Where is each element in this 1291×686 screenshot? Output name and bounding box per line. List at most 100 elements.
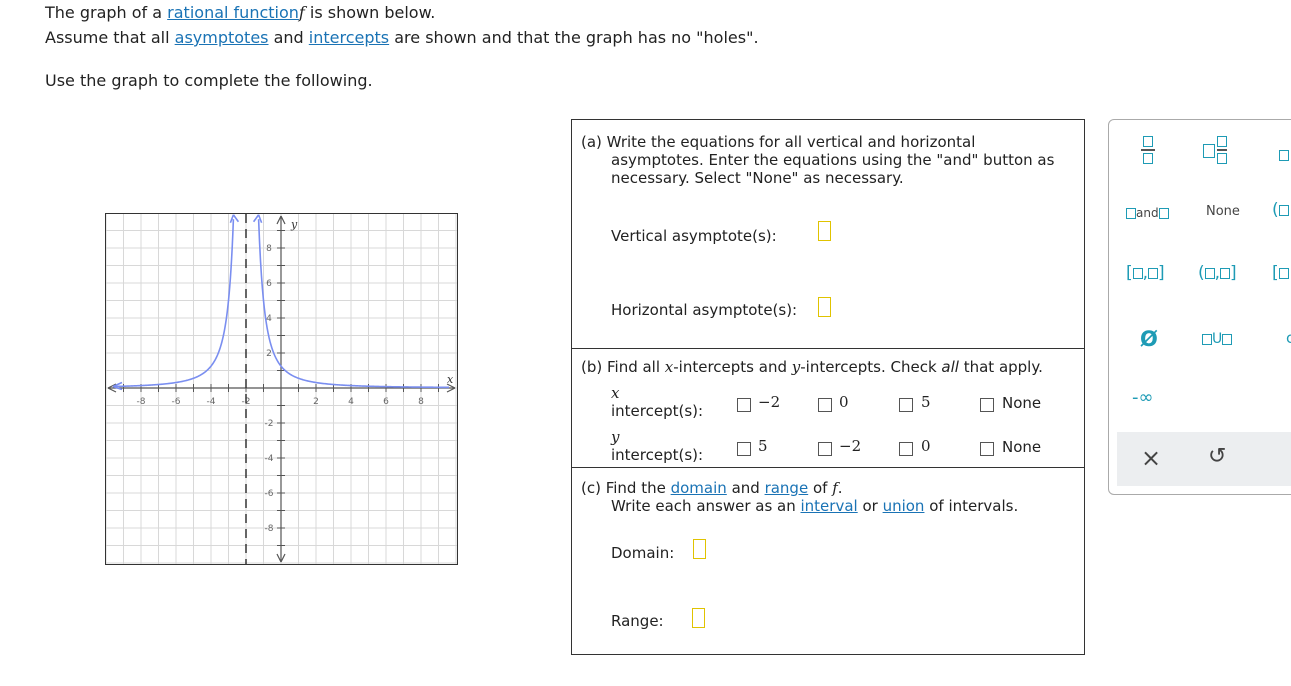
x-intercept-option-2-checkbox[interactable] (818, 398, 832, 412)
question-panel: (a) Write the equations for all vertical… (571, 119, 1085, 655)
denominator-slot-icon (1143, 152, 1153, 164)
part-c-heading: (c) Find the domain and range of f. (581, 479, 843, 497)
intro-text: is shown below. (304, 3, 436, 22)
and-button[interactable]: and (1126, 206, 1169, 220)
mixed-number-button[interactable] (1203, 136, 1227, 164)
more-symbols-button[interactable]: c (1286, 329, 1291, 347)
part-a-line-1: (a) Write the equations for all vertical… (581, 133, 976, 151)
intro-text: are shown and that the graph has no "hol… (389, 28, 759, 47)
part-a-section: (a) Write the equations for all vertical… (572, 120, 1084, 348)
intercepts-link[interactable]: intercepts (309, 28, 389, 47)
vertical-asymptote-label: Vertical asymptote(s): (611, 227, 777, 245)
curve-right-branch (257, 219, 450, 389)
y-intercept-option-3-checkbox[interactable] (899, 442, 913, 456)
horizontal-asymptote-label: Horizontal asymptote(s): (611, 301, 798, 319)
fraction-bar-icon (1217, 149, 1227, 151)
y-intercept-none-label: None (1002, 438, 1042, 456)
x-tick-label: -8 (137, 397, 146, 407)
part-b-text: (b) Find all (581, 358, 665, 376)
x-tick-label: 8 (418, 397, 424, 407)
undo-icon[interactable]: ↺ (1208, 444, 1226, 469)
domain-input[interactable] (693, 539, 706, 559)
left-closed-interval-button[interactable]: [ (1272, 263, 1289, 283)
numerator-slot-icon (1217, 136, 1227, 147)
function-graph: -8-6-4-224688642-2-4-6-8xy (105, 212, 458, 565)
range-input[interactable] (692, 608, 705, 628)
fraction-button[interactable] (1141, 136, 1155, 164)
x-tick-label: -6 (172, 397, 181, 407)
base-slot-icon (1279, 150, 1289, 161)
asymptotes-link[interactable]: asymptotes (175, 28, 269, 47)
y-intercept-option-2-checkbox[interactable] (818, 442, 832, 456)
part-b-text: -intercepts and (673, 358, 792, 376)
toolbar-action-bar: × ↺ (1117, 432, 1291, 486)
denominator-slot-icon (1217, 152, 1227, 164)
x-intercept-option-1-label: −2 (758, 393, 781, 411)
y-axis-label: y (290, 218, 298, 231)
y-tick-label: -2 (265, 419, 274, 429)
none-button[interactable]: None (1206, 204, 1240, 219)
slot-icon (1132, 267, 1143, 279)
x-var: x (664, 358, 674, 376)
part-b-section: (b) Find all x-intercepts and y-intercep… (572, 349, 1084, 467)
slot-icon (1220, 267, 1231, 279)
y-tick-label: 2 (266, 349, 272, 359)
right-slot-icon (1158, 208, 1169, 219)
negative-infinity-button[interactable]: -∞ (1132, 387, 1154, 408)
half-open-interval-button[interactable]: (,] (1198, 263, 1237, 283)
y-tick-label: -8 (265, 524, 274, 534)
union-link[interactable]: union (883, 497, 925, 515)
intro-line-2: Assume that all asymptotes and intercept… (45, 28, 759, 48)
fraction-bar-icon (1141, 149, 1155, 151)
curve-top-right-arrow (252, 214, 263, 224)
union-button[interactable]: U (1202, 331, 1233, 347)
slot-icon (1148, 267, 1159, 279)
y-intercept-option-2-label: −2 (839, 437, 862, 455)
x-intercept-label: intercept(s): (611, 402, 704, 420)
left-slot-icon (1202, 333, 1212, 345)
part-b-text: that apply. (958, 358, 1043, 376)
part-c-line-2: Write each answer as an interval or unio… (611, 497, 1018, 515)
x-tick-label: 2 (313, 397, 319, 407)
right-slot-icon (1222, 333, 1233, 345)
closed-interval-button[interactable]: [,] (1126, 263, 1165, 283)
curve-top-left-arrow (229, 214, 240, 224)
domain-link[interactable]: domain (671, 479, 727, 497)
x-intercept-option-3-label: 5 (921, 393, 931, 411)
left-slot-icon (1126, 208, 1136, 219)
and-label: and (1136, 206, 1159, 220)
math-toolbar: and None ( [,] (,] [ Ø U c -∞ × ↺ (1108, 119, 1291, 495)
x-intercept-option-2-label: 0 (839, 393, 849, 411)
clear-icon[interactable]: × (1141, 444, 1161, 472)
exponent-button[interactable] (1279, 148, 1289, 163)
vertical-asymptote-input[interactable] (818, 221, 831, 241)
y-intercept-option-1-checkbox[interactable] (737, 442, 751, 456)
x-intercept-option-1-checkbox[interactable] (737, 398, 751, 412)
intro-line-3: Use the graph to complete the following. (45, 71, 373, 90)
y-tick-label: -4 (265, 454, 274, 464)
part-c-text: and (726, 479, 765, 497)
horizontal-asymptote-input[interactable] (818, 297, 831, 317)
y-intercept-label: intercept(s): (611, 446, 704, 464)
y-tick-label: 8 (266, 244, 272, 254)
part-c-text: of intervals. (924, 497, 1019, 515)
range-link[interactable]: range (765, 479, 809, 497)
numerator-slot-icon (1143, 136, 1153, 147)
x-intercept-option-3-checkbox[interactable] (899, 398, 913, 412)
part-c-text: or (857, 497, 883, 515)
intro-text: and (268, 28, 309, 47)
part-c-section: (c) Find the domain and range of f. Writ… (572, 468, 1084, 654)
x-axis-label: x (447, 373, 454, 386)
y-intercept-none-checkbox[interactable] (980, 442, 994, 456)
all-emphasis: all (941, 358, 959, 376)
graph-canvas: -8-6-4-224688642-2-4-6-8xy (105, 212, 457, 564)
open-interval-button[interactable]: ( (1272, 200, 1289, 220)
domain-label: Domain: (611, 544, 675, 562)
x-intercept-var: x (611, 384, 620, 402)
x-intercept-none-checkbox[interactable] (980, 398, 994, 412)
interval-link[interactable]: interval (801, 497, 858, 515)
x-tick-label: 4 (348, 397, 354, 407)
part-b-heading: (b) Find all x-intercepts and y-intercep… (581, 358, 1043, 376)
rational-function-link[interactable]: rational function (167, 3, 299, 22)
empty-set-button[interactable]: Ø (1140, 327, 1158, 351)
